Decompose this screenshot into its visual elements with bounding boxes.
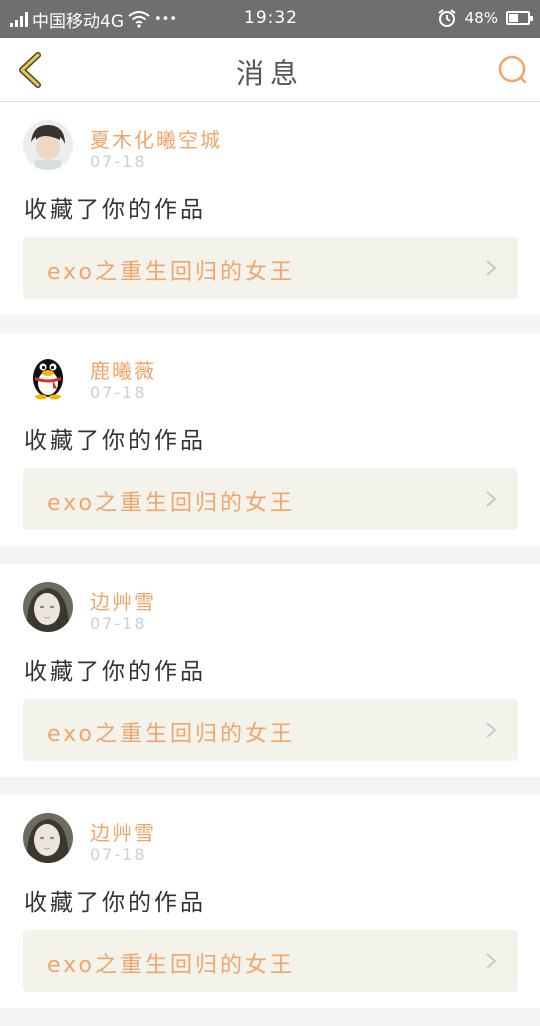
penguin-icon <box>23 351 73 401</box>
user-avatar[interactable] <box>23 351 73 401</box>
message-date: 07-18 <box>90 845 147 864</box>
work-title: exo之重生回归的女王 <box>47 722 295 747</box>
message-card: 边艸雪 07-18 收藏了你的作品 exo之重生回归的女王 <box>0 564 540 777</box>
message-card: 边艸雪 07-18 收藏了你的作品 exo之重生回归的女王 <box>0 795 540 1008</box>
username[interactable]: 边艸雪 <box>90 586 156 615</box>
message-list: 夏木化曦空城 07-18 收藏了你的作品 exo之重生回归的女王 鹿曦薇 07-… <box>0 102 540 1026</box>
status-time: 19:32 <box>244 8 298 28</box>
photo-avatar-icon <box>23 813 73 863</box>
username[interactable]: 鹿曦薇 <box>90 355 156 384</box>
battery-percent: 48% <box>464 9 498 27</box>
status-right: 48% <box>437 7 533 29</box>
signal-icon <box>10 11 28 27</box>
message-card: 夏木化曦空城 07-18 收藏了你的作品 exo之重生回归的女王 <box>0 102 540 315</box>
chevron-right-icon <box>486 491 497 507</box>
work-title: exo之重生回归的女王 <box>47 260 295 285</box>
work-link[interactable]: exo之重生回归的女王 <box>23 237 518 299</box>
photo-avatar-icon <box>23 582 73 632</box>
user-avatar[interactable] <box>23 813 73 863</box>
status-left: 中国移动4G ••• <box>10 8 178 32</box>
more-indicator: ••• <box>154 11 178 27</box>
carrier-label: 中国移动4G <box>32 11 124 32</box>
user-avatar[interactable] <box>23 120 73 170</box>
photo-avatar-icon <box>23 120 73 170</box>
wifi-icon <box>128 11 150 28</box>
username[interactable]: 夏木化曦空城 <box>90 124 222 153</box>
action-text: 收藏了你的作品 <box>24 428 206 454</box>
work-title: exo之重生回归的女王 <box>47 953 295 978</box>
action-text: 收藏了你的作品 <box>24 890 206 916</box>
user-avatar[interactable] <box>23 582 73 632</box>
work-link[interactable]: exo之重生回归的女王 <box>23 930 518 992</box>
action-text: 收藏了你的作品 <box>24 197 206 223</box>
chevron-right-icon <box>486 722 497 738</box>
message-date: 07-18 <box>90 614 147 633</box>
page-title: 消息 <box>235 57 304 90</box>
work-link[interactable]: exo之重生回归的女王 <box>23 699 518 761</box>
message-card: 鹿曦薇 07-18 收藏了你的作品 exo之重生回归的女王 <box>0 333 540 546</box>
alarm-icon <box>438 9 456 27</box>
battery-icon <box>506 11 533 25</box>
chevron-right-icon <box>486 953 497 969</box>
battery-level-fill <box>509 14 518 22</box>
work-link[interactable]: exo之重生回归的女王 <box>23 468 518 530</box>
message-date: 07-18 <box>90 152 147 171</box>
status-bar: 中国移动4G ••• 19:32 48% <box>0 0 540 38</box>
work-title: exo之重生回归的女王 <box>47 491 295 516</box>
username[interactable]: 边艸雪 <box>90 817 156 846</box>
action-text: 收藏了你的作品 <box>24 659 206 685</box>
search-icon[interactable] <box>492 50 532 90</box>
chevron-right-icon <box>486 260 497 276</box>
header-bar: 消息 <box>0 38 540 102</box>
message-date: 07-18 <box>90 383 147 402</box>
